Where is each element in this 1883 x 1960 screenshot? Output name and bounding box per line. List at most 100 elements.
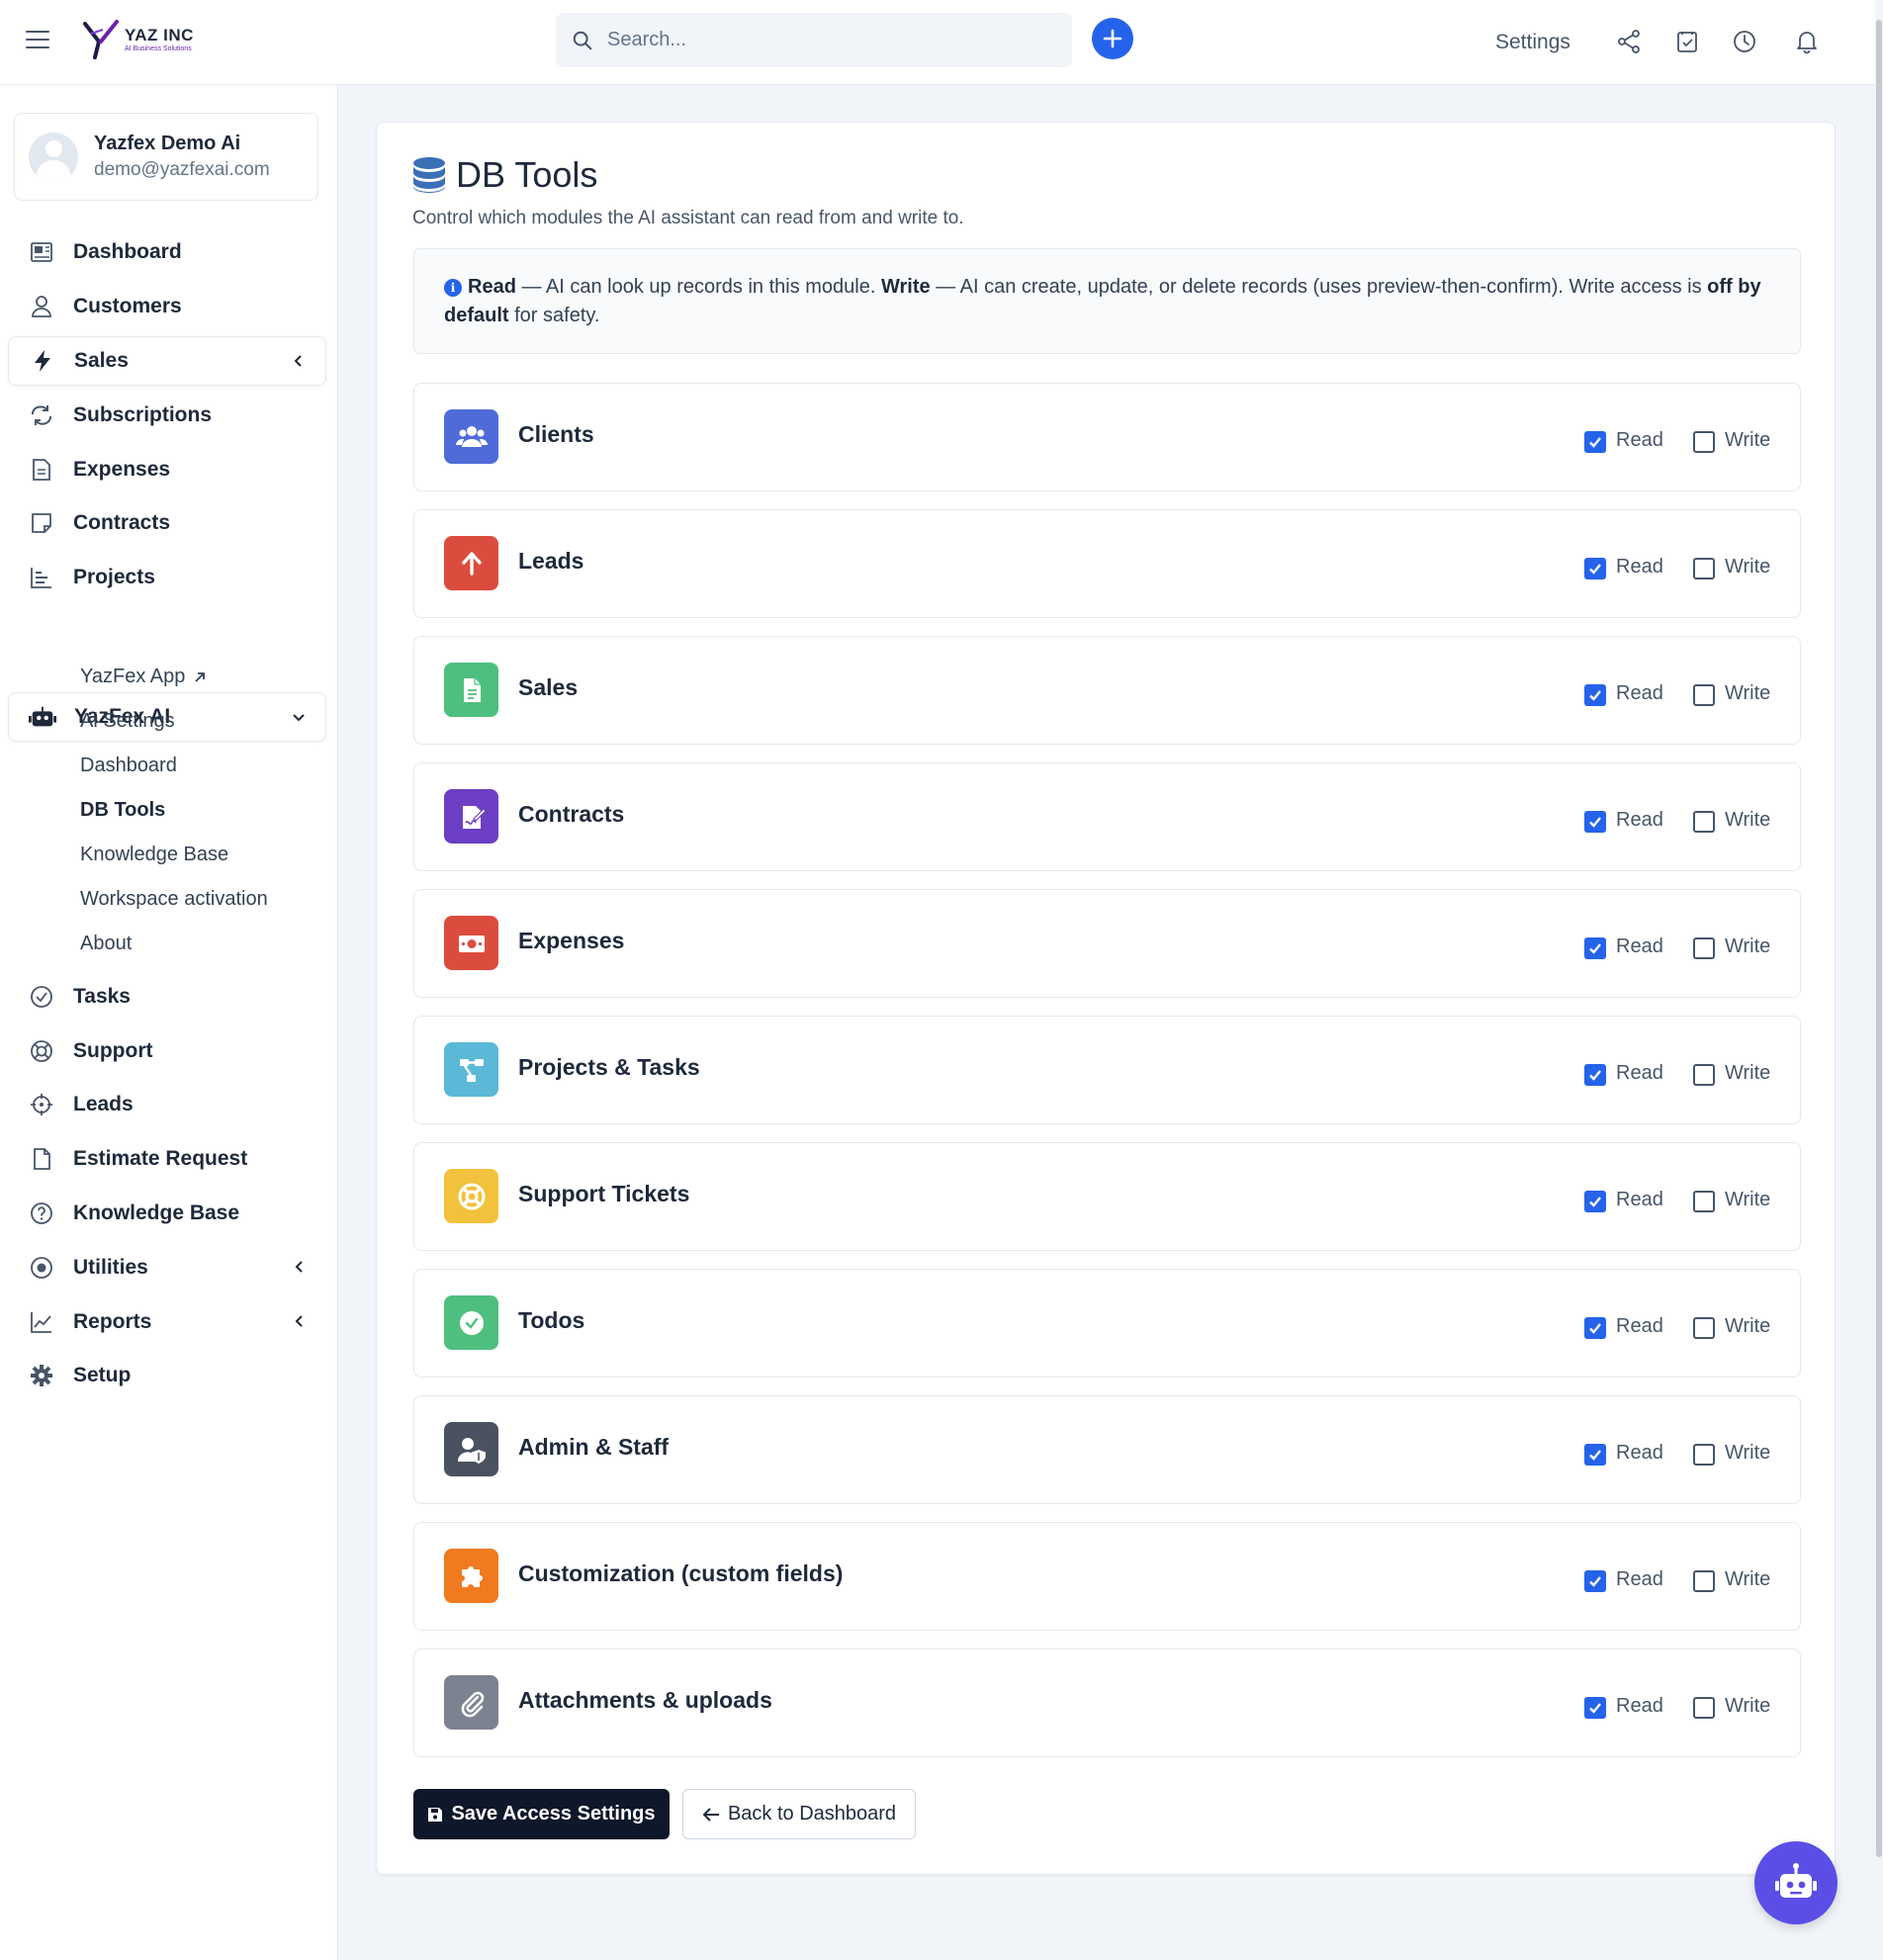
read-checkbox[interactable] bbox=[1584, 431, 1606, 453]
sidebar-item-leads[interactable]: Leads bbox=[8, 1080, 326, 1129]
read-label: Read bbox=[1616, 555, 1663, 578]
todo-check-icon[interactable] bbox=[1673, 28, 1701, 55]
write-toggle[interactable]: Write bbox=[1693, 680, 1770, 706]
quick-add-button[interactable] bbox=[1092, 18, 1133, 59]
sidebar-item-estimate-request[interactable]: Estimate Request bbox=[8, 1134, 326, 1184]
module-name: Leads bbox=[518, 548, 584, 574]
read-toggle[interactable]: Read bbox=[1584, 807, 1663, 833]
write-toggle[interactable]: Write bbox=[1693, 1693, 1770, 1719]
sidebar-item-sales[interactable]: Sales bbox=[8, 336, 326, 386]
external-link-icon bbox=[195, 671, 206, 682]
search-box[interactable] bbox=[556, 13, 1072, 67]
read-toggle[interactable]: Read bbox=[1584, 1060, 1663, 1086]
module-row: Contracts Read Write bbox=[413, 762, 1801, 871]
write-toggle[interactable]: Write bbox=[1693, 1187, 1770, 1212]
read-toggle[interactable]: Read bbox=[1584, 1313, 1663, 1339]
read-checkbox[interactable] bbox=[1584, 937, 1606, 959]
save-access-settings-button[interactable]: Save Access Settings bbox=[413, 1789, 670, 1839]
submenu-yazfex-app[interactable]: YazFex App bbox=[80, 666, 207, 688]
user-profile-card[interactable]: Yazfex Demo Ai demo@yazfexai.com bbox=[14, 113, 318, 201]
write-checkbox[interactable] bbox=[1693, 1317, 1715, 1339]
sidebar-item-dashboard[interactable]: Dashboard bbox=[8, 227, 326, 277]
bell-icon[interactable] bbox=[1793, 28, 1821, 55]
user-name: Yazfex Demo Ai bbox=[94, 133, 241, 154]
read-toggle[interactable]: Read bbox=[1584, 1440, 1663, 1466]
read-toggle[interactable]: Read bbox=[1584, 680, 1663, 706]
read-checkbox[interactable] bbox=[1584, 1191, 1606, 1212]
write-checkbox[interactable] bbox=[1693, 1191, 1715, 1212]
user-icon bbox=[28, 293, 55, 320]
read-checkbox[interactable] bbox=[1584, 558, 1606, 579]
submenu-ai-settings[interactable]: Ai Settings bbox=[80, 710, 175, 733]
chart-bars-icon bbox=[28, 564, 55, 591]
sidebar-item-tasks[interactable]: Tasks bbox=[8, 972, 326, 1022]
submenu-dashboard[interactable]: Dashboard bbox=[80, 755, 177, 777]
life-ring-icon bbox=[444, 1169, 498, 1223]
share-icon[interactable] bbox=[1615, 28, 1643, 55]
read-checkbox[interactable] bbox=[1584, 811, 1606, 833]
read-toggle[interactable]: Read bbox=[1584, 427, 1663, 453]
read-checkbox[interactable] bbox=[1584, 1317, 1606, 1339]
write-toggle[interactable]: Write bbox=[1693, 934, 1770, 959]
line-chart-icon bbox=[28, 1308, 55, 1336]
top-bar: YAZ INC AI Business Solutions Settings bbox=[0, 0, 1883, 85]
submenu-knowledge-base[interactable]: Knowledge Base bbox=[80, 844, 228, 866]
read-toggle[interactable]: Read bbox=[1584, 1566, 1663, 1592]
read-toggle[interactable]: Read bbox=[1584, 1187, 1663, 1212]
write-checkbox[interactable] bbox=[1693, 1444, 1715, 1466]
scrollbar-thumb[interactable] bbox=[1876, 20, 1882, 1857]
read-label: Read bbox=[1616, 808, 1663, 831]
submenu-db-tools[interactable]: DB Tools bbox=[80, 799, 165, 822]
write-toggle[interactable]: Write bbox=[1693, 427, 1770, 453]
write-toggle[interactable]: Write bbox=[1693, 1566, 1770, 1592]
sidebar-item-setup[interactable]: Setup bbox=[8, 1351, 326, 1400]
clock-icon[interactable] bbox=[1731, 28, 1758, 55]
database-icon bbox=[413, 157, 445, 193]
page-scrollbar[interactable] bbox=[1875, 0, 1883, 1960]
read-checkbox[interactable] bbox=[1584, 1697, 1606, 1719]
write-checkbox[interactable] bbox=[1693, 1697, 1715, 1719]
sidebar-item-projects[interactable]: Projects bbox=[8, 553, 326, 602]
write-checkbox[interactable] bbox=[1693, 558, 1715, 579]
sidebar-item-label: Reports bbox=[73, 1310, 152, 1333]
sidebar-item-support[interactable]: Support bbox=[8, 1026, 326, 1076]
write-toggle[interactable]: Write bbox=[1693, 554, 1770, 579]
sidebar-item-reports[interactable]: Reports bbox=[8, 1297, 326, 1347]
write-toggle[interactable]: Write bbox=[1693, 1440, 1770, 1466]
write-checkbox[interactable] bbox=[1693, 431, 1715, 453]
sidebar-item-utilities[interactable]: Utilities bbox=[8, 1243, 326, 1292]
write-checkbox[interactable] bbox=[1693, 937, 1715, 959]
read-toggle[interactable]: Read bbox=[1584, 934, 1663, 959]
read-toggle[interactable]: Read bbox=[1584, 1693, 1663, 1719]
sidebar-item-knowledge-base[interactable]: Knowledge Base bbox=[8, 1189, 326, 1238]
settings-link[interactable]: Settings bbox=[1495, 31, 1570, 54]
back-to-dashboard-button[interactable]: Back to Dashboard bbox=[682, 1789, 916, 1839]
module-name: Clients bbox=[518, 421, 594, 447]
write-checkbox[interactable] bbox=[1693, 1570, 1715, 1592]
signature-icon bbox=[444, 789, 498, 844]
module-row: Clients Read Write bbox=[413, 383, 1801, 491]
write-checkbox[interactable] bbox=[1693, 811, 1715, 833]
sidebar-item-customers[interactable]: Customers bbox=[8, 282, 326, 331]
read-checkbox[interactable] bbox=[1584, 1444, 1606, 1466]
write-checkbox[interactable] bbox=[1693, 684, 1715, 706]
write-checkbox[interactable] bbox=[1693, 1064, 1715, 1086]
read-checkbox[interactable] bbox=[1584, 684, 1606, 706]
submenu-workspace-activation[interactable]: Workspace activation bbox=[80, 888, 268, 911]
write-toggle[interactable]: Write bbox=[1693, 807, 1770, 833]
write-toggle[interactable]: Write bbox=[1693, 1060, 1770, 1086]
write-toggle[interactable]: Write bbox=[1693, 1313, 1770, 1339]
search-input[interactable] bbox=[607, 29, 1023, 51]
ai-chat-bot-button[interactable] bbox=[1754, 1841, 1838, 1924]
menu-toggle-icon[interactable] bbox=[26, 31, 49, 48]
crosshair-icon bbox=[28, 1091, 55, 1118]
brand-logo[interactable]: YAZ INC AI Business Solutions bbox=[81, 20, 194, 59]
sidebar-item-subscriptions[interactable]: Subscriptions bbox=[8, 391, 326, 440]
sidebar-item-contracts[interactable]: Contracts bbox=[8, 498, 326, 548]
read-toggle[interactable]: Read bbox=[1584, 554, 1663, 579]
read-checkbox[interactable] bbox=[1584, 1570, 1606, 1592]
sidebar-item-expenses[interactable]: Expenses bbox=[8, 445, 326, 494]
module-name: Customization (custom fields) bbox=[518, 1560, 844, 1586]
submenu-about[interactable]: About bbox=[80, 933, 132, 955]
read-checkbox[interactable] bbox=[1584, 1064, 1606, 1086]
